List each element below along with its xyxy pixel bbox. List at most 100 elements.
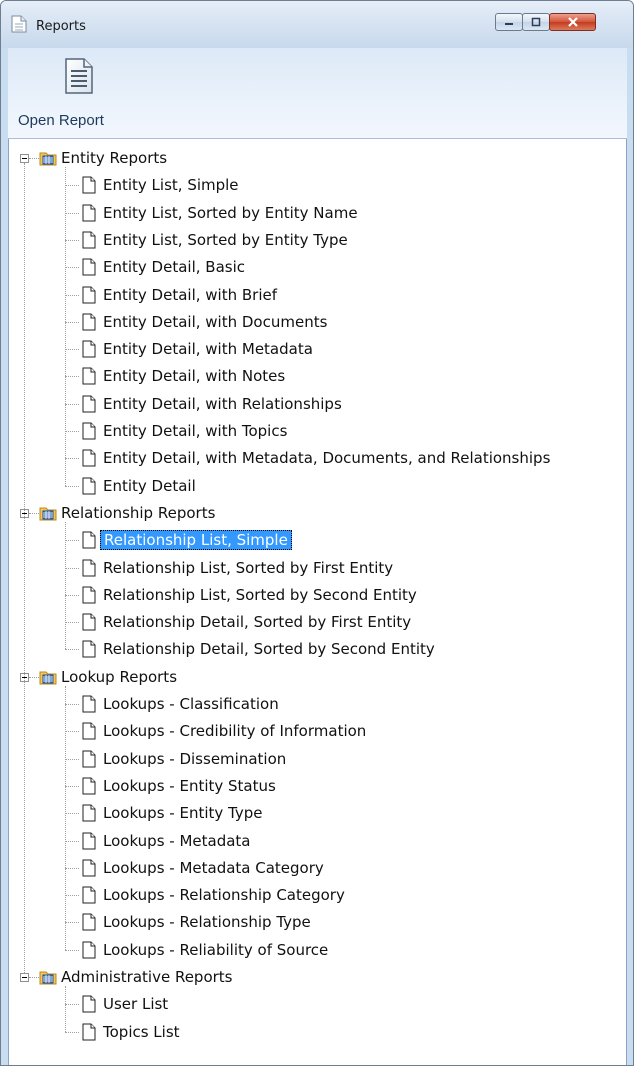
tree-root-connector	[24, 163, 25, 973]
tree-item[interactable]: Relationship Detail, Sorted by First Ent…	[9, 609, 626, 636]
report-page-icon	[81, 613, 97, 635]
tree-item[interactable]: User List	[9, 991, 626, 1018]
tree-item[interactable]: Entity Detail, with Topics	[9, 418, 626, 445]
tree-item[interactable]: Lookups - Classification	[9, 691, 626, 718]
tree-item-label: Lookups - Metadata	[103, 831, 251, 850]
tree-connector	[65, 685, 66, 950]
report-page-icon	[81, 395, 97, 417]
tree-item-label: Entity Detail, with Topics	[103, 422, 288, 440]
tree-item-label: Lookups - Reliability of Source	[103, 940, 329, 959]
title-bar[interactable]: Reports	[1, 1, 633, 48]
tree-group-label: Administrative Reports	[61, 968, 233, 986]
tree-item[interactable]: Relationship Detail, Sorted by Second En…	[9, 636, 626, 663]
tree-item[interactable]: Lookups - Relationship Type	[9, 909, 626, 936]
tree-item[interactable]: Lookups - Dissemination	[9, 746, 626, 773]
report-page-icon	[81, 531, 97, 553]
tree-group-label: Lookup Reports	[61, 667, 178, 686]
tree-item[interactable]: Entity List, Sorted by Entity Name	[9, 200, 626, 227]
tree-item[interactable]: Entity Detail, with Brief	[9, 282, 626, 309]
tree-connector	[65, 986, 66, 1032]
tree-item-label: Lookups - Entity Type	[103, 804, 263, 823]
open-report-label: Open Report	[18, 112, 104, 129]
tree-item-label: Lookups - Credibility of Information	[103, 722, 367, 741]
tree-item-label: Topics List	[103, 1022, 180, 1041]
tree-item-label: Lookups - Relationship Category	[103, 886, 345, 905]
tree-item-label: Entity List, Sorted by Entity Type	[103, 230, 348, 249]
report-page-icon	[81, 804, 97, 826]
report-page-icon	[81, 722, 97, 744]
report-page-icon	[81, 995, 97, 1017]
tree-item[interactable]: Entity Detail, with Documents	[9, 309, 626, 336]
tree-item[interactable]: Relationship List, Sorted by Second Enti…	[9, 582, 626, 609]
tree-item[interactable]: Entity Detail, with Metadata	[9, 336, 626, 363]
report-page-icon	[81, 422, 97, 444]
minimize-button[interactable]	[495, 13, 523, 31]
tree-group-relationship-reports[interactable]: Relationship Reports	[9, 500, 626, 527]
tree-item-label: Entity Detail, with Documents	[103, 312, 328, 331]
tree-group-label: Entity Reports	[61, 149, 168, 167]
collapse-toggle-icon[interactable]	[20, 973, 29, 982]
tree-connector	[65, 167, 66, 486]
tree-item-label: Entity Detail, with Notes	[103, 367, 286, 386]
report-tree: Entity Reports Entity List, Simple Entity …	[9, 139, 626, 1065]
tree-item[interactable]: Lookups - Metadata	[9, 828, 626, 855]
report-page-icon	[81, 695, 97, 717]
tree-group-entity-reports[interactable]: Entity Reports	[9, 145, 626, 172]
collapse-toggle-icon[interactable]	[20, 154, 29, 163]
report-tree-panel: Entity Reports Entity List, Simple Entity …	[8, 139, 627, 1065]
minimize-icon	[505, 23, 513, 25]
tree-item-label: Relationship List, Sorted by First Entit…	[103, 558, 394, 577]
tree-item[interactable]: Entity Detail, with Relationships	[9, 391, 626, 418]
report-page-icon	[81, 204, 97, 226]
tree-item-label: Relationship List, Sorted by Second Enti…	[103, 585, 417, 604]
report-page-icon	[81, 832, 97, 854]
tree-item[interactable]: Lookups - Metadata Category	[9, 855, 626, 882]
tree-connector	[65, 521, 66, 650]
maximize-icon	[531, 17, 541, 27]
tree-item-label: Relationship List, Simple	[100, 530, 292, 551]
tree-item-label: Relationship Detail, Sorted by First Ent…	[103, 613, 412, 632]
report-page-icon	[81, 176, 97, 198]
report-page-icon	[81, 586, 97, 608]
tree-item[interactable]: Relationship List, Simple	[9, 527, 626, 554]
window-title: Reports	[36, 19, 86, 34]
tree-item[interactable]: Entity Detail, with Notes	[9, 363, 626, 390]
tree-item[interactable]: Entity Detail, Basic	[9, 254, 626, 281]
report-page-icon	[81, 231, 97, 253]
report-page-icon	[81, 559, 97, 581]
close-icon	[567, 17, 578, 27]
tree-item[interactable]: Lookups - Credibility of Information	[9, 718, 626, 745]
tree-item-label: Entity Detail, Basic	[103, 258, 245, 277]
report-folder-icon	[39, 669, 57, 689]
tree-item[interactable]: Lookups - Relationship Category	[9, 882, 626, 909]
tree-group-label: Relationship Reports	[61, 503, 216, 522]
report-page-icon	[81, 859, 97, 881]
tree-item-label: Entity Detail, with Relationships	[103, 394, 342, 413]
tree-item[interactable]: Relationship List, Sorted by First Entit…	[9, 555, 626, 582]
tree-item-label: Entity List, Sorted by Entity Name	[103, 203, 358, 222]
tree-item[interactable]: Entity List, Simple	[9, 172, 626, 199]
open-report-button[interactable]: Open Report	[8, 48, 138, 139]
close-button[interactable]	[549, 13, 596, 31]
tree-item-label: Entity List, Simple	[103, 176, 239, 195]
tree-group-lookup-reports[interactable]: Lookup Reports	[9, 664, 626, 691]
report-folder-icon	[39, 505, 57, 525]
tree-item[interactable]: Entity Detail	[9, 473, 626, 500]
tree-group-administrative-reports[interactable]: Administrative Reports	[9, 964, 626, 991]
tree-item-label: Entity Detail, with Metadata	[103, 340, 313, 359]
tree-item[interactable]: Lookups - Entity Status	[9, 773, 626, 800]
tree-item[interactable]: Topics List	[9, 1019, 626, 1046]
tree-item[interactable]: Lookups - Reliability of Source	[9, 937, 626, 964]
report-page-icon	[81, 941, 97, 963]
report-page-icon	[81, 886, 97, 908]
report-page-icon	[81, 750, 97, 772]
report-page-icon	[81, 258, 97, 280]
tree-item[interactable]: Entity Detail, with Metadata, Documents,…	[9, 445, 626, 472]
tree-item-label: Entity Detail, with Brief	[103, 285, 278, 304]
tree-item[interactable]: Entity List, Sorted by Entity Type	[9, 227, 626, 254]
tree-item-label: Lookups - Metadata Category	[103, 858, 324, 877]
tree-item[interactable]: Lookups - Entity Type	[9, 800, 626, 827]
maximize-button[interactable]	[522, 13, 550, 31]
report-page-icon	[81, 367, 97, 389]
ribbon-toolbar: Open Report	[8, 48, 627, 139]
